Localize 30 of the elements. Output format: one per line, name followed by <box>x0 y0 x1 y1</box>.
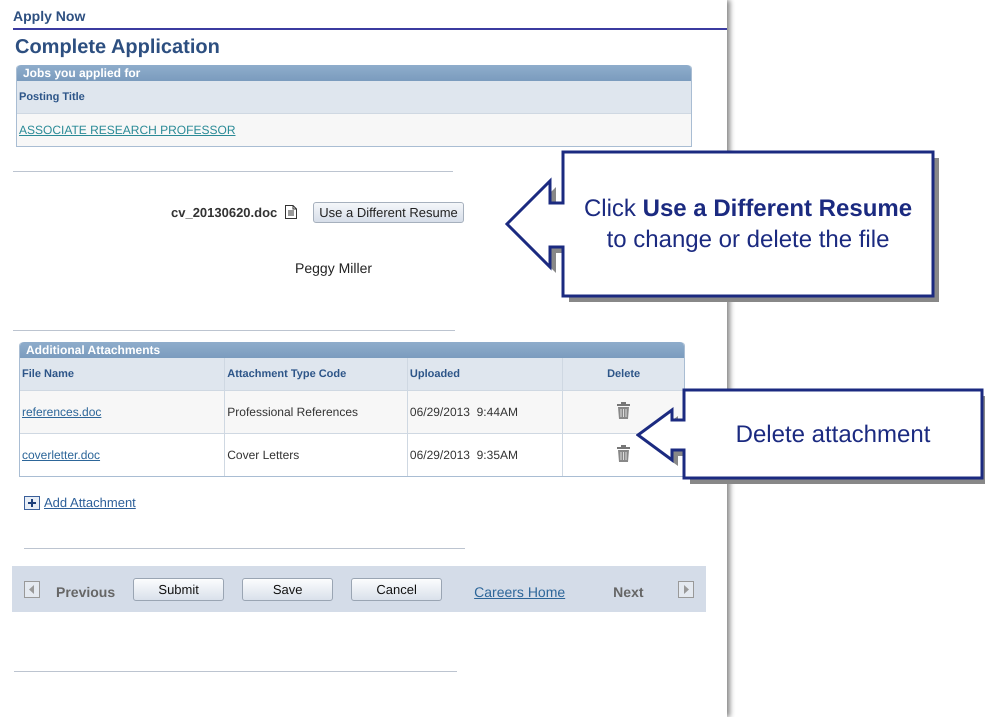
column-header: Posting Title <box>19 91 85 103</box>
careers-link[interactable]: Careers Home <box>474 584 566 600</box>
column-header: Delete <box>607 368 640 380</box>
attachment-type: Professional References <box>227 405 358 419</box>
callout-text: Delete attachment <box>736 420 930 450</box>
posting-link[interactable]: ASSOCIATE RESEARCH PROFESSOR <box>19 123 236 137</box>
attachment-type: Cover Letters <box>227 448 300 462</box>
plus-icon[interactable] <box>24 496 40 510</box>
trash-icon[interactable] <box>617 402 630 419</box>
toolbar-button[interactable]: Save <box>242 578 334 600</box>
use-different-resume-button[interactable]: Use a Different Resume <box>313 202 464 222</box>
column-header: File Name <box>22 368 74 380</box>
callout-text: Click Use a Different Resume to change or delete the file <box>582 194 914 255</box>
toolbar-button[interactable]: Submit <box>133 578 224 600</box>
resume-file-name: cv_20130620.doc <box>171 204 278 220</box>
column-header: Attachment Type Code <box>227 368 346 380</box>
document-icon <box>285 205 298 219</box>
grid-title: Additional Attachments <box>26 343 160 357</box>
section-title: Apply Now <box>13 8 86 24</box>
column-header: Uploaded <box>410 368 460 380</box>
file-link[interactable]: references.doc <box>22 405 102 419</box>
add-attachment-link[interactable]: Add Attachment <box>44 495 136 510</box>
applicant-name: Peggy Miller <box>295 260 372 276</box>
trash-icon[interactable] <box>617 445 630 462</box>
grid-title: Jobs you applied for <box>23 66 140 80</box>
upload-time: 06/29/2013 9:44AM <box>410 405 518 419</box>
page-title: Complete Application <box>15 36 220 58</box>
upload-time: 06/29/2013 9:35AM <box>410 448 518 462</box>
file-link[interactable]: coverletter.doc <box>22 448 100 462</box>
toolbar-button[interactable]: Cancel <box>351 578 442 600</box>
